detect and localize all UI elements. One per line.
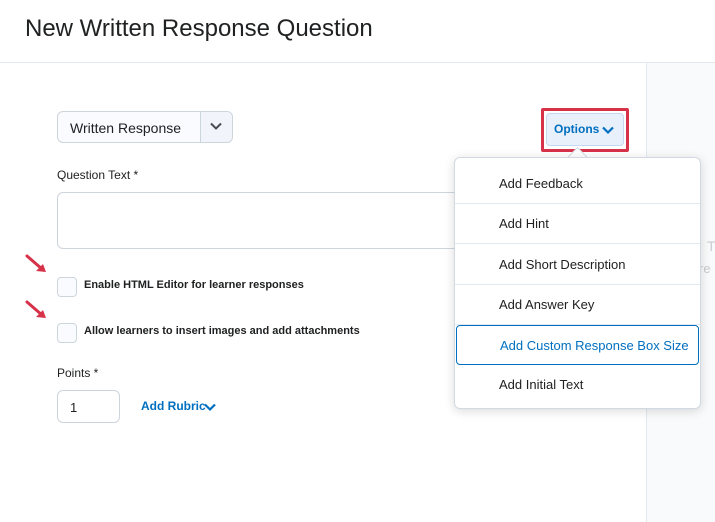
page-title: New Written Response Question <box>25 15 373 42</box>
allow-attachments-checkbox[interactable] <box>57 323 77 343</box>
points-input[interactable]: 1 <box>57 390 120 423</box>
menu-item-label: Add Short Description <box>499 257 626 272</box>
points-label: Points * <box>57 366 99 380</box>
menu-item-add-initial-text[interactable]: Add Initial Text <box>455 365 700 405</box>
red-arrow-icon <box>25 300 46 318</box>
menu-item-add-answer-key[interactable]: Add Answer Key <box>455 285 700 325</box>
enable-html-editor-checkbox[interactable] <box>57 277 77 297</box>
menu-item-label: Add Answer Key <box>499 297 595 312</box>
points-value: 1 <box>70 400 78 415</box>
red-arrow-icon <box>25 254 46 272</box>
question-type-select[interactable]: Written Response <box>57 111 233 143</box>
question-type-value: Written Response <box>70 120 182 136</box>
allow-attachments-label: Allow learners to insert images and add … <box>84 325 360 337</box>
menu-item-label: Add Custom Response Box Size <box>500 338 689 353</box>
enable-html-editor-label: Enable HTML Editor for learner responses <box>84 279 304 291</box>
menu-item-label: Add Feedback <box>499 176 583 191</box>
chevron-down-icon <box>210 122 222 130</box>
menu-item-add-custom-response-box-size[interactable]: Add Custom Response Box Size <box>456 325 699 365</box>
question-type-dropdown-button[interactable] <box>200 112 232 142</box>
question-text-label: Question Text * <box>57 168 139 182</box>
menu-item-add-feedback[interactable]: Add Feedback <box>455 164 700 204</box>
options-button-label: Options <box>554 122 600 136</box>
menu-item-add-hint[interactable]: Add Hint <box>455 204 700 244</box>
chevron-down-icon <box>602 126 614 135</box>
menu-item-add-short-description[interactable]: Add Short Description <box>455 245 700 285</box>
chevron-down-icon <box>204 403 216 412</box>
add-rubric-button[interactable]: Add Rubric <box>141 399 216 413</box>
add-rubric-label: Add Rubric <box>141 399 206 413</box>
menu-item-label: Add Hint <box>499 216 549 231</box>
options-button[interactable]: Options <box>546 113 624 146</box>
question-text-input[interactable] <box>57 192 477 249</box>
menu-item-label: Add Initial Text <box>499 377 584 392</box>
options-dropdown-menu: Add Feedback Add Hint Add Short Descript… <box>454 157 701 409</box>
preview-ghost-text: T <box>707 238 715 254</box>
page-header: New Written Response Question <box>0 0 715 63</box>
